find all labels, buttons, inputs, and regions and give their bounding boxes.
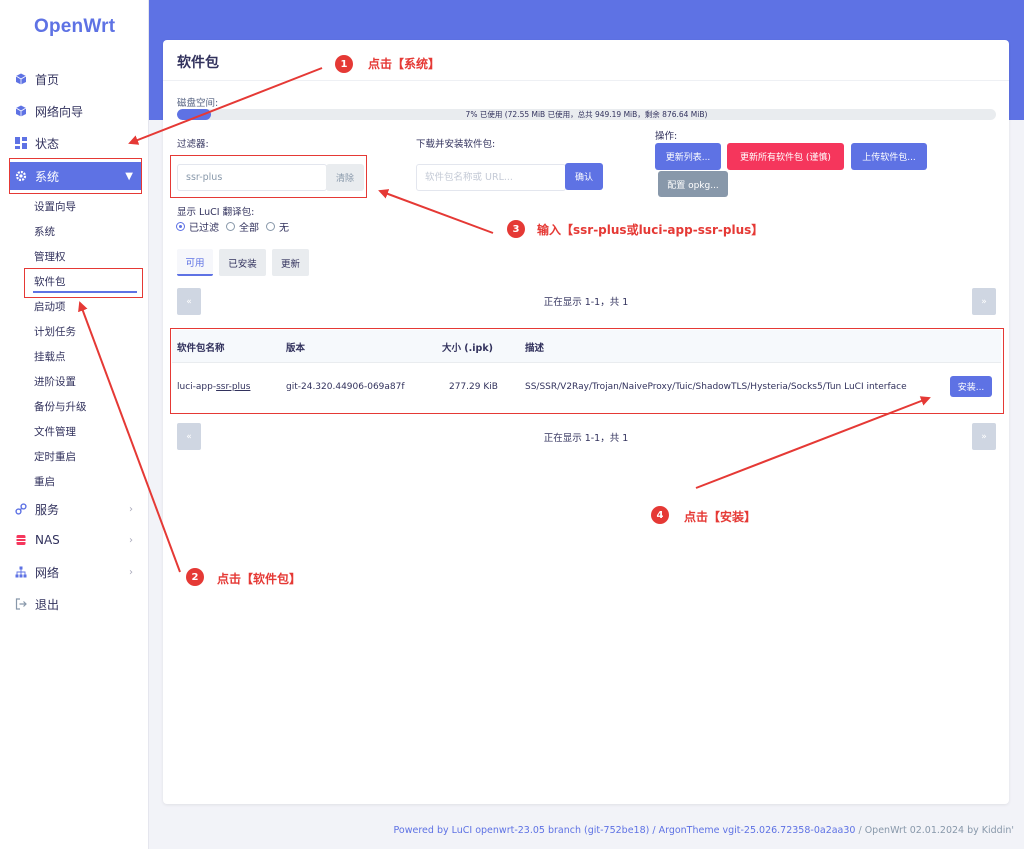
chevron-right-icon: ›: [129, 503, 133, 515]
link-icon: [14, 503, 27, 516]
download-label: 下载并安装软件包:: [416, 139, 496, 150]
subnav-advanced[interactable]: 进阶设置: [34, 374, 76, 389]
sidebar: OpenWrt 首页 网络向导 状态 系统 ▼ 设置向导 系统 管理权 软件包 …: [0, 0, 149, 849]
nav-logout-label: 退出: [35, 597, 60, 612]
radio-all[interactable]: [226, 222, 235, 231]
page-title: 软件包: [177, 55, 219, 71]
cube-icon: [14, 105, 27, 118]
actions-label: 操作:: [655, 131, 678, 142]
subnav-reboot[interactable]: 重启: [34, 474, 55, 489]
filter-label: 过滤器:: [177, 139, 209, 150]
title-divider: [163, 80, 1009, 81]
subnav-files[interactable]: 文件管理: [34, 424, 76, 439]
nav-home-label: 首页: [35, 72, 60, 87]
chevron-right-icon: ›: [129, 534, 133, 546]
annotation-4-text: 点击【安装】: [684, 510, 757, 524]
highlight-filter: [170, 155, 367, 198]
nav-status-label: 状态: [35, 136, 60, 151]
nav-logout[interactable]: 退出: [0, 590, 149, 618]
subnav-admin[interactable]: 管理权: [34, 249, 66, 264]
confirm-button[interactable]: 确认: [565, 163, 603, 190]
annotation-1-badge: 1: [335, 55, 353, 73]
subnav-crontab[interactable]: 计划任务: [34, 324, 76, 339]
annotation-2-badge: 2: [186, 568, 204, 586]
configure-opkg-button[interactable]: 配置 opkg...: [658, 171, 728, 197]
update-lists-button[interactable]: 更新列表...: [655, 143, 721, 170]
subnav-startup[interactable]: 启动项: [34, 299, 66, 314]
chevron-right-icon: ›: [129, 566, 133, 578]
highlight-software: [24, 268, 143, 298]
upload-package-button[interactable]: 上传软件包...: [851, 143, 927, 170]
tab-available[interactable]: 可用: [177, 249, 213, 276]
pager-status-bottom: 正在显示 1-1，共 1: [543, 433, 629, 444]
tab-installed[interactable]: 已安装: [219, 249, 266, 276]
pager-status-top: 正在显示 1-1，共 1: [543, 297, 629, 308]
nav-nas-label: NAS: [35, 533, 60, 547]
annotation-4-badge: 4: [651, 506, 669, 524]
footer: Powered by LuCI openwrt-23.05 branch (gi…: [149, 825, 1014, 836]
footer-luci-link[interactable]: Powered by LuCI openwrt-23.05 branch (gi…: [394, 825, 729, 836]
package-url-input[interactable]: 软件包名称或 URL...: [416, 164, 566, 191]
luci-lang-radio-group: 已过滤 全部 无: [174, 219, 294, 234]
nav-network-label: 网络: [35, 565, 60, 580]
next-page-button[interactable]: »: [972, 288, 996, 315]
annotation-3-text: 输入【ssr-plus或luci-app-ssr-plus】: [537, 223, 764, 237]
disk-progress-bar: 7% 已使用 (72.55 MiB 已使用，总共 949.19 MiB，剩余 8…: [177, 109, 996, 120]
nav-network-wizard[interactable]: 网络向导: [0, 97, 149, 125]
annotation-2-text: 点击【软件包】: [217, 572, 302, 586]
database-icon: [14, 534, 27, 547]
openwrt-logo[interactable]: OpenWrt: [34, 16, 115, 38]
subnav-system[interactable]: 系统: [34, 224, 55, 239]
subnav-mounts[interactable]: 挂载点: [34, 349, 66, 364]
nav-services-label: 服务: [35, 502, 60, 517]
subnav-timed-reboot[interactable]: 定时重启: [34, 449, 76, 464]
subnav-backup[interactable]: 备份与升级: [34, 399, 87, 414]
annotation-3-badge: 3: [507, 220, 525, 238]
disk-progress-text: 7% 已使用 (72.55 MiB 已使用，总共 949.19 MiB，剩余 8…: [465, 110, 708, 119]
radio-none-label: 无: [279, 223, 289, 234]
footer-openwrt-text: / OpenWrt 02.01.2024 by Kiddin': [855, 825, 1014, 836]
annotation-1-text: 点击【系统】: [368, 57, 441, 71]
cube-icon: [14, 73, 27, 86]
tab-updates[interactable]: 更新: [272, 249, 309, 276]
nav-home[interactable]: 首页: [0, 65, 149, 93]
nav-status[interactable]: 状态: [0, 129, 149, 157]
logout-icon: [14, 598, 27, 611]
radio-filtered[interactable]: [176, 222, 185, 231]
dashboard-icon: [14, 137, 27, 150]
upgrade-all-button[interactable]: 更新所有软件包 (谨慎): [727, 143, 844, 170]
radio-filtered-label: 已过滤: [189, 223, 219, 234]
footer-theme-version[interactable]: git-25.026.72358-0a2aa30: [728, 825, 855, 836]
nav-network-wizard-label: 网络向导: [35, 104, 84, 119]
radio-none[interactable]: [266, 222, 275, 231]
radio-all-label: 全部: [239, 223, 259, 234]
highlight-system: [9, 158, 142, 194]
luci-lang-label: 显示 LuCI 翻译包:: [177, 207, 255, 218]
nav-network[interactable]: 网络 ›: [0, 558, 149, 586]
nav-services[interactable]: 服务 ›: [0, 495, 149, 523]
disk-space-label: 磁盘空间:: [177, 98, 219, 109]
subnav-setup-wizard[interactable]: 设置向导: [34, 199, 76, 214]
network-icon: [14, 566, 27, 579]
highlight-package-row: [170, 328, 1004, 414]
nav-nas[interactable]: NAS ›: [0, 526, 149, 554]
next-page-button-bottom[interactable]: »: [972, 423, 996, 450]
